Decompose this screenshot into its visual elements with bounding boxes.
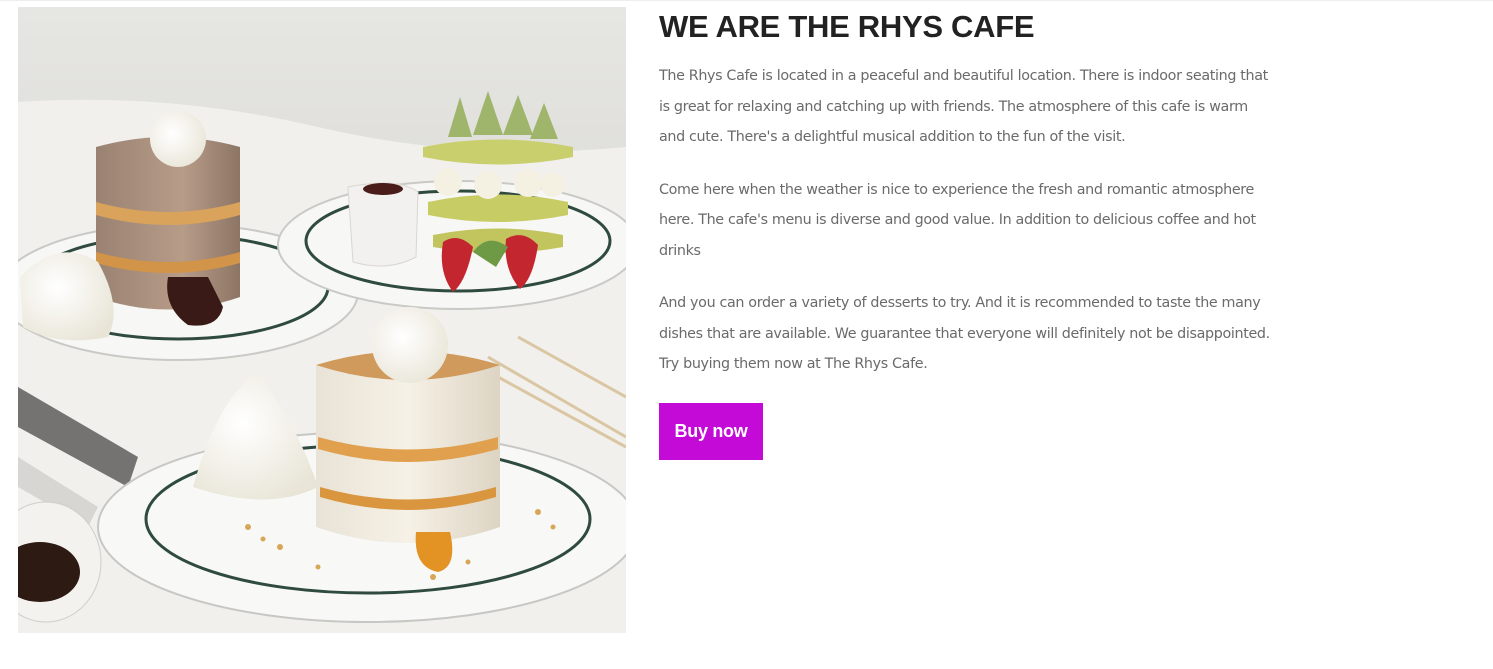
top-divider bbox=[0, 0, 1493, 1]
about-paragraph-1: The Rhys Cafe is located in a peaceful a… bbox=[659, 68, 1268, 145]
buy-now-button[interactable]: Buy now bbox=[659, 402, 763, 460]
about-paragraph-2: Come here when the weather is nice to ex… bbox=[659, 181, 1256, 259]
about-content: WE ARE THE RHYS CAFE The Rhys Cafe is lo… bbox=[659, 10, 1274, 460]
cafe-dessert-photo bbox=[18, 7, 626, 633]
about-section: WE ARE THE RHYS CAFE The Rhys Cafe is lo… bbox=[0, 0, 1493, 669]
section-title: WE ARE THE RHYS CAFE bbox=[659, 9, 1035, 44]
about-paragraph-3: And you can order a variety of desserts … bbox=[659, 295, 1270, 372]
